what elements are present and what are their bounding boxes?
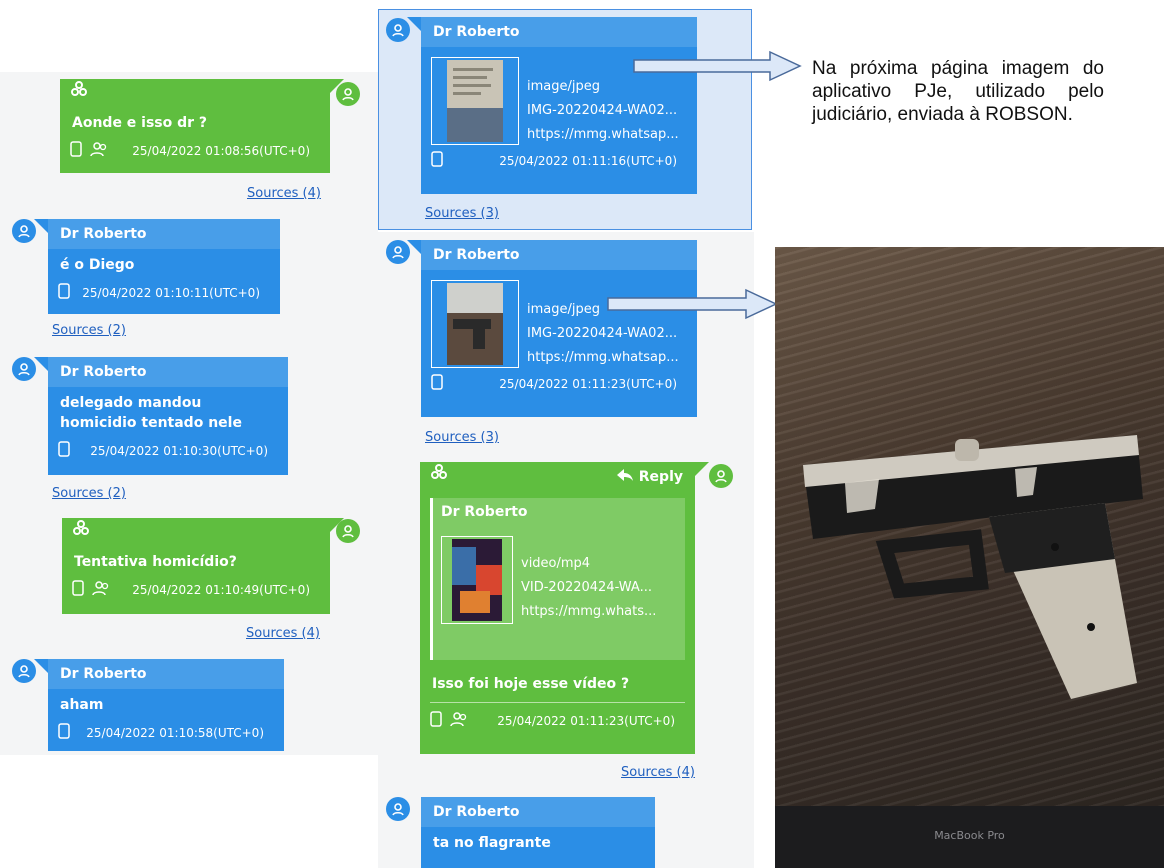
user-avatar-icon xyxy=(336,82,360,106)
sender-name: Dr Roberto xyxy=(48,357,288,387)
user-avatar-icon xyxy=(12,659,36,683)
message-bubble[interactable]: Tentativa homicídio? 25/04/2022 01:10:49… xyxy=(62,518,344,614)
timestamp: 25/04/2022 01:10:30(UTC+0) xyxy=(90,443,268,458)
sender-name: Dr Roberto xyxy=(421,240,697,270)
sources-link[interactable]: Sources (4) xyxy=(247,186,321,201)
sources-link[interactable]: Sources (2) xyxy=(52,486,126,501)
sources-link[interactable]: Sources (2) xyxy=(52,323,126,338)
sources-link[interactable]: Sources (4) xyxy=(621,765,695,780)
app-icon xyxy=(72,520,90,541)
user-avatar-icon xyxy=(12,357,36,381)
timestamp: 25/04/2022 01:10:49(UTC+0) xyxy=(132,582,310,597)
sources-link[interactable]: Sources (3) xyxy=(425,206,499,221)
reply-label: Reply xyxy=(638,469,683,485)
timestamp: 25/04/2022 01:10:11(UTC+0) xyxy=(82,285,260,300)
sender-name: Dr Roberto xyxy=(48,659,284,689)
sources-link[interactable]: Sources (4) xyxy=(246,626,320,641)
phone-icon xyxy=(58,441,70,460)
message-bubble[interactable]: Dr Roberto é o Diego 25/04/2022 01:10:11… xyxy=(34,219,280,314)
phone-icon xyxy=(70,141,82,160)
phone-icon xyxy=(431,374,443,393)
reply-arrow-icon xyxy=(616,462,633,492)
media-url[interactable]: https://mmg.whatsap... xyxy=(527,346,679,370)
phone-icon xyxy=(58,723,70,742)
timestamp: 25/04/2022 01:10:58(UTC+0) xyxy=(86,725,264,740)
sources-link[interactable]: Sources (3) xyxy=(425,430,499,445)
app-icon xyxy=(430,462,448,492)
media-message-bubble[interactable]: Dr Roberto image/jpeg IMG-20220424-WA02.… xyxy=(407,240,697,417)
timestamp: 25/04/2022 01:11:16(UTC+0) xyxy=(499,153,677,168)
phone-icon xyxy=(72,580,84,599)
group-icon xyxy=(450,711,468,730)
user-avatar-icon xyxy=(336,519,360,543)
message-bubble[interactable]: Dr Roberto ta no flagrante xyxy=(421,797,655,868)
sender-name: Dr Roberto xyxy=(421,797,655,827)
phone-icon xyxy=(431,151,443,170)
message-text: ta no flagrante xyxy=(433,835,551,851)
evidence-photo: MacBook Pro xyxy=(775,247,1164,868)
reply-indicator[interactable]: Reply xyxy=(616,462,683,492)
app-icon xyxy=(70,81,88,102)
message-text: Aonde e isso dr ? xyxy=(72,115,208,131)
media-filename: VID-20220424-WA... xyxy=(521,580,652,595)
pistol-image xyxy=(803,435,1143,699)
media-url[interactable]: https://mmg.whatsap... xyxy=(527,123,679,147)
message-bubble[interactable]: Aonde e isso dr ? 25/04/2022 01:08:56(UT… xyxy=(60,79,344,173)
timestamp: 25/04/2022 01:11:23(UTC+0) xyxy=(497,713,675,728)
media-message-bubble[interactable]: Dr Roberto image/jpeg IMG-20220424-WA02.… xyxy=(407,17,697,194)
user-avatar-icon xyxy=(709,464,733,488)
image-thumbnail[interactable] xyxy=(431,280,519,368)
message-text: delegado mandou homicidio tentado nele xyxy=(60,395,242,431)
message-text: aham xyxy=(60,697,104,713)
phone-icon xyxy=(430,711,442,730)
message-text: Tentativa homicídio? xyxy=(74,554,237,570)
image-thumbnail[interactable] xyxy=(431,57,519,145)
message-text: Isso foi hoje esse vídeo ? xyxy=(432,676,630,692)
timestamp: 25/04/2022 01:11:23(UTC+0) xyxy=(499,376,677,391)
laptop-label: MacBook Pro xyxy=(934,829,1005,842)
message-text: é o Diego xyxy=(60,257,135,273)
user-avatar-icon xyxy=(12,219,36,243)
sender-name: Dr Roberto xyxy=(48,219,280,249)
quoted-sender: Dr Roberto xyxy=(441,504,528,520)
timestamp: 25/04/2022 01:08:56(UTC+0) xyxy=(132,143,310,158)
user-avatar-icon xyxy=(386,797,410,821)
message-bubble[interactable]: Dr Roberto aham 25/04/2022 01:10:58(UTC+… xyxy=(34,659,284,751)
sender-name: Dr Roberto xyxy=(421,17,697,47)
annotation-note: Na próxima página imagem do aplicativo P… xyxy=(812,58,1104,125)
media-filename: IMG-20220424-WA02... xyxy=(527,103,678,118)
group-icon xyxy=(90,141,108,160)
quoted-message[interactable]: Dr Roberto video/mp4 VID-20220424-WA... … xyxy=(430,498,685,660)
phone-icon xyxy=(58,283,70,302)
video-thumbnail[interactable] xyxy=(441,536,513,624)
annotation-arrow-icon xyxy=(633,50,802,82)
media-filename: IMG-20220424-WA02... xyxy=(527,326,678,341)
reply-message-bubble[interactable]: Reply Dr Roberto video/mp4 VID-20220424-… xyxy=(420,462,709,754)
media-mime-type: video/mp4 xyxy=(521,556,591,571)
media-url[interactable]: https://mmg.whats... xyxy=(521,600,656,624)
annotation-arrow-icon xyxy=(607,288,778,320)
group-icon xyxy=(92,580,110,599)
message-bubble[interactable]: Dr Roberto delegado mandou homicidio ten… xyxy=(34,357,288,475)
